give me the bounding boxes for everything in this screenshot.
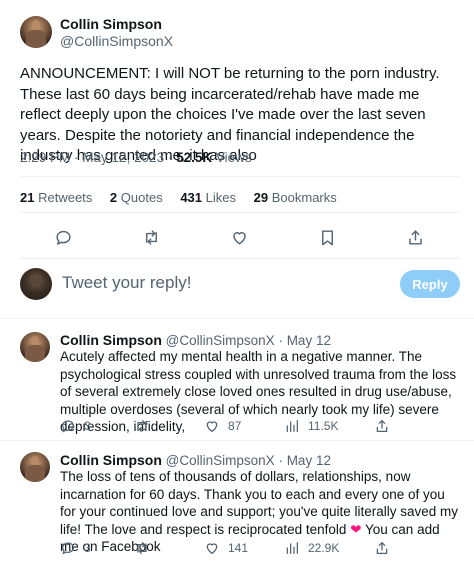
retweet-icon <box>137 420 147 432</box>
author-handle[interactable]: @CollinSimpsonX <box>60 33 173 49</box>
tweet-actions <box>20 222 460 252</box>
divider <box>20 212 460 213</box>
reply-tweet[interactable]: Collin Simpson @CollinSimpsonX · May 12 … <box>0 320 474 444</box>
reply-count-button[interactable]: 3 <box>60 416 91 436</box>
views-count: 11.5K <box>308 419 339 433</box>
share-icon <box>376 542 388 554</box>
reply-author-avatar[interactable] <box>20 452 50 482</box>
like-button[interactable]: 87 <box>204 416 241 436</box>
reply-composer: Tweet your reply! Reply <box>0 262 474 308</box>
reply-date[interactable]: May 12 <box>287 453 331 468</box>
like-count: 141 <box>228 541 249 555</box>
views-icon <box>286 542 298 554</box>
reply-author-name[interactable]: Collin Simpson <box>60 332 162 348</box>
reply-input[interactable]: Tweet your reply! <box>62 273 191 293</box>
like-button[interactable]: 141 <box>204 538 248 558</box>
share-button[interactable] <box>374 416 398 436</box>
meta-separator: · <box>167 150 177 165</box>
reply-header: Collin Simpson @CollinSimpsonX · May 12 <box>60 452 331 468</box>
bookmark-icon[interactable] <box>312 222 342 252</box>
reply-author-handle[interactable]: @CollinSimpsonX <box>166 453 275 468</box>
likes-stat[interactable]: 431 Likes <box>180 190 236 205</box>
heart-emoji-icon: ❤ <box>350 521 362 537</box>
divider <box>0 318 474 319</box>
bookmarks-stat[interactable]: 29 Bookmarks <box>254 190 337 205</box>
reply-date[interactable]: May 12 <box>287 333 331 348</box>
my-avatar[interactable] <box>20 268 52 300</box>
reply-icon[interactable] <box>48 222 78 252</box>
tweet-time[interactable]: 2:29 PM <box>20 150 70 165</box>
reply-count-button[interactable]: 3 <box>60 538 91 558</box>
reply-tweet[interactable]: Collin Simpson @CollinSimpsonX · May 12 … <box>0 440 474 566</box>
retweet-icon[interactable] <box>136 222 166 252</box>
reply-author-avatar[interactable] <box>20 332 50 362</box>
reply-icon <box>62 542 74 555</box>
retweets-stat[interactable]: 21 Retweets <box>20 190 92 205</box>
share-button[interactable] <box>374 538 398 558</box>
retweet-icon <box>137 542 147 554</box>
views-button[interactable]: 22.9K <box>284 538 339 558</box>
tweet-header: Collin Simpson @CollinSimpsonX <box>20 14 460 54</box>
tweet-date[interactable]: May 12, 2023 <box>82 150 164 165</box>
views-icon <box>286 420 298 432</box>
reply-author-handle[interactable]: @CollinSimpsonX <box>166 333 275 348</box>
author-avatar[interactable] <box>20 16 52 48</box>
reply-author-name[interactable]: Collin Simpson <box>60 452 162 468</box>
reply-text: Acutely affected my mental health in a n… <box>60 349 457 434</box>
reply-button[interactable]: Reply <box>400 270 460 298</box>
tweet-meta: 2:29 PM · May 12, 2023 · 52.5K Views <box>20 150 252 165</box>
meta-separator: · <box>278 333 283 348</box>
retweet-button[interactable] <box>134 416 158 436</box>
like-icon[interactable] <box>224 222 254 252</box>
divider <box>20 176 460 177</box>
reply-header: Collin Simpson @CollinSimpsonX · May 12 <box>60 332 331 348</box>
like-icon <box>206 421 218 433</box>
reply-count: 3 <box>84 541 91 555</box>
divider <box>20 258 460 259</box>
tweet-stats: 21 Retweets 2 Quotes 431 Likes 29 Bookma… <box>20 190 351 205</box>
views-count: 22.9K <box>308 541 340 555</box>
share-icon <box>376 420 388 432</box>
reply-text: The loss of tens of thousands of dollars… <box>60 468 462 556</box>
views-label: Views <box>215 150 252 165</box>
meta-separator: · <box>278 453 283 468</box>
quotes-stat[interactable]: 2 Quotes <box>110 190 163 205</box>
like-count: 87 <box>228 419 242 433</box>
author-name[interactable]: Collin Simpson <box>60 16 162 32</box>
views-button[interactable]: 11.5K <box>284 416 338 436</box>
reply-count: 3 <box>84 419 91 433</box>
views-count: 52.5K <box>176 150 213 165</box>
like-icon <box>206 543 218 555</box>
retweet-button[interactable] <box>134 538 158 558</box>
reply-icon <box>62 420 74 433</box>
share-icon[interactable] <box>400 222 430 252</box>
